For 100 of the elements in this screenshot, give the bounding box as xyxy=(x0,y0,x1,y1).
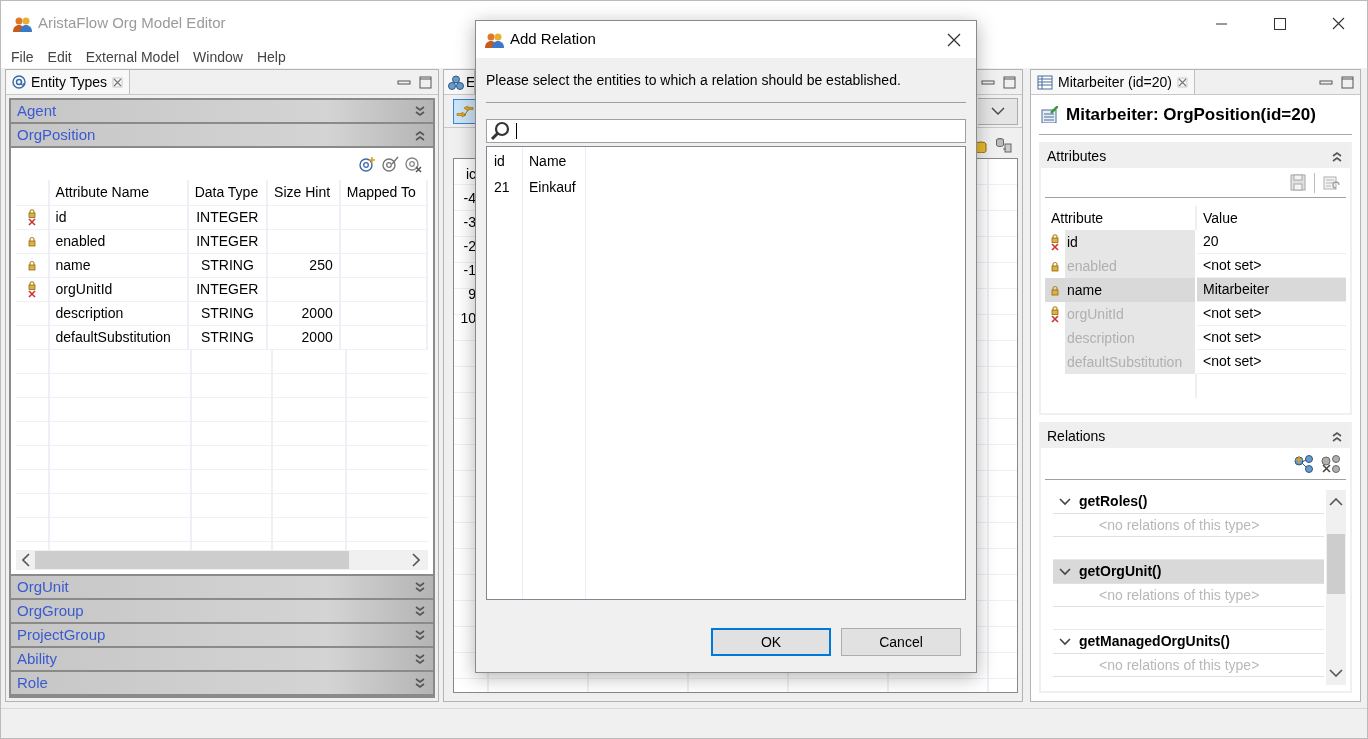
tree-item-label: getRoles() xyxy=(1079,492,1148,511)
table-cell-text: 10 xyxy=(459,309,476,328)
expand-icon[interactable] xyxy=(415,605,425,617)
table-cell-text: INTEGER xyxy=(196,280,259,299)
maximize-icon[interactable] xyxy=(1341,75,1354,89)
menu-item[interactable]: Edit xyxy=(47,46,72,68)
tree-item-label: getManagedOrgUnits() xyxy=(1079,632,1230,651)
table-icon xyxy=(1037,74,1053,90)
collapse-icon[interactable] xyxy=(415,129,425,141)
tree-item[interactable]: getManagedOrgUnits() xyxy=(1053,630,1324,653)
table-cell-text: 250 xyxy=(309,256,333,275)
table-cell: <not set> xyxy=(1197,302,1346,326)
section-header[interactable]: Agent xyxy=(11,100,433,124)
tree-item[interactable]: getOrgUnit() xyxy=(1053,560,1324,583)
search-field[interactable] xyxy=(486,119,966,143)
section-header[interactable]: Role xyxy=(11,672,433,696)
section-label: ProjectGroup xyxy=(17,624,106,645)
table-cell-text: 2000 xyxy=(301,304,333,323)
chevron-down-icon[interactable] xyxy=(1059,637,1071,646)
column-header[interactable]: ic xyxy=(454,162,476,186)
remove-relation-icon[interactable] xyxy=(1321,454,1340,473)
text-cursor xyxy=(516,123,517,139)
table-row[interactable]: id 20 xyxy=(1045,230,1346,254)
delete-attribute-icon[interactable] xyxy=(405,155,422,173)
column-header[interactable]: id xyxy=(487,150,522,172)
table-cell-text: -2 xyxy=(462,237,476,256)
menu-item[interactable]: Help xyxy=(256,46,286,68)
section-header[interactable]: OrgUnit xyxy=(11,576,433,600)
people-icon xyxy=(13,15,32,32)
table-row[interactable]: name Mitarbeiter xyxy=(1045,278,1346,302)
scroll-down-icon[interactable] xyxy=(1329,669,1343,677)
edit-attribute-icon[interactable] xyxy=(382,156,399,172)
table-cell-text: STRING xyxy=(200,256,254,275)
editor-heading: Mitarbeiter: OrgPosition(id=20) xyxy=(1066,103,1316,126)
scroll-thumb[interactable] xyxy=(35,551,349,569)
key-lock-icon xyxy=(26,209,37,226)
chevron-down-icon xyxy=(990,107,1005,115)
section-header[interactable]: Relations xyxy=(1041,424,1350,448)
table-cell-text: defaultSubstitution xyxy=(55,328,171,347)
collapse-icon[interactable] xyxy=(1332,150,1342,162)
lock-icon xyxy=(1050,284,1060,296)
column-header[interactable]: Value xyxy=(1197,206,1346,230)
scroll-up-icon[interactable] xyxy=(1329,498,1343,506)
column-header[interactable]: Mapped To xyxy=(340,180,428,205)
key-lock-icon xyxy=(1050,305,1060,323)
revert-icon[interactable] xyxy=(1323,174,1340,191)
column-header[interactable]: Data Type xyxy=(188,180,269,205)
table-cell: <not set> xyxy=(1197,350,1346,374)
expand-icon[interactable] xyxy=(415,105,425,117)
close-button[interactable] xyxy=(1331,17,1345,30)
maximize-button[interactable] xyxy=(1274,17,1286,30)
menu-item[interactable]: Window xyxy=(193,46,243,68)
tree-item[interactable]: getRoles() xyxy=(1053,490,1324,513)
section-label: OrgGroup xyxy=(17,600,84,621)
expand-icon[interactable] xyxy=(415,629,425,641)
dropdown-button[interactable] xyxy=(978,97,1018,125)
column-header[interactable]: Name xyxy=(522,150,585,172)
chevron-down-icon[interactable] xyxy=(1059,497,1071,506)
column-header[interactable]: Attribute Name xyxy=(49,180,189,205)
section-header[interactable]: OrgGroup xyxy=(11,600,433,624)
menu-item[interactable]: File xyxy=(11,46,34,68)
dialog-button[interactable]: OK xyxy=(711,628,831,656)
chevron-down-icon[interactable] xyxy=(1059,567,1071,576)
section-header[interactable]: ProjectGroup xyxy=(11,624,433,648)
view-tab[interactable]: E xyxy=(444,70,475,94)
scroll-right-icon[interactable] xyxy=(412,553,420,567)
at-icon xyxy=(12,75,26,89)
add-relation-icon[interactable] xyxy=(1294,454,1313,473)
expand-icon[interactable] xyxy=(415,653,425,665)
view-tab[interactable]: Mitarbeiter (id=20) xyxy=(1031,70,1195,94)
vertical-scrollbar[interactable] xyxy=(1326,490,1346,685)
horizontal-scrollbar[interactable] xyxy=(16,550,428,570)
scroll-left-icon[interactable] xyxy=(22,553,30,567)
database-icon[interactable] xyxy=(995,136,1012,153)
maximize-icon[interactable] xyxy=(419,75,432,89)
add-attribute-icon[interactable] xyxy=(359,156,376,172)
search-icon xyxy=(490,121,510,141)
section-label: Attributes xyxy=(1047,146,1107,166)
menu-item[interactable]: External Model xyxy=(85,46,180,68)
close-icon[interactable] xyxy=(947,32,961,47)
column-header[interactable]: Size Hint xyxy=(268,180,341,205)
tab-label: E xyxy=(466,72,474,92)
table-cell-text: enabled xyxy=(55,232,106,251)
table-cell: name xyxy=(1065,278,1197,302)
expand-icon[interactable] xyxy=(415,677,425,689)
maximize-icon[interactable] xyxy=(1003,75,1016,89)
table-cell: <not set> xyxy=(1197,326,1346,350)
entity-list[interactable]: id Name 21 Einkauf xyxy=(486,146,966,600)
section-header[interactable]: OrgPosition xyxy=(11,124,433,148)
section-header[interactable]: Ability xyxy=(11,648,433,672)
table-cell-text: name xyxy=(55,256,91,275)
table-cell: 20 xyxy=(1197,230,1346,254)
dialog-button[interactable]: Cancel xyxy=(841,628,961,656)
collapse-icon[interactable] xyxy=(1332,430,1342,442)
expand-icon[interactable] xyxy=(415,581,425,593)
view-tab[interactable]: Entity Types xyxy=(6,70,130,94)
toolbar-button[interactable] xyxy=(453,98,476,124)
table-cell-text: STRING xyxy=(200,328,254,347)
scroll-thumb[interactable] xyxy=(1327,534,1345,594)
section-header[interactable]: Attributes xyxy=(1041,144,1350,168)
